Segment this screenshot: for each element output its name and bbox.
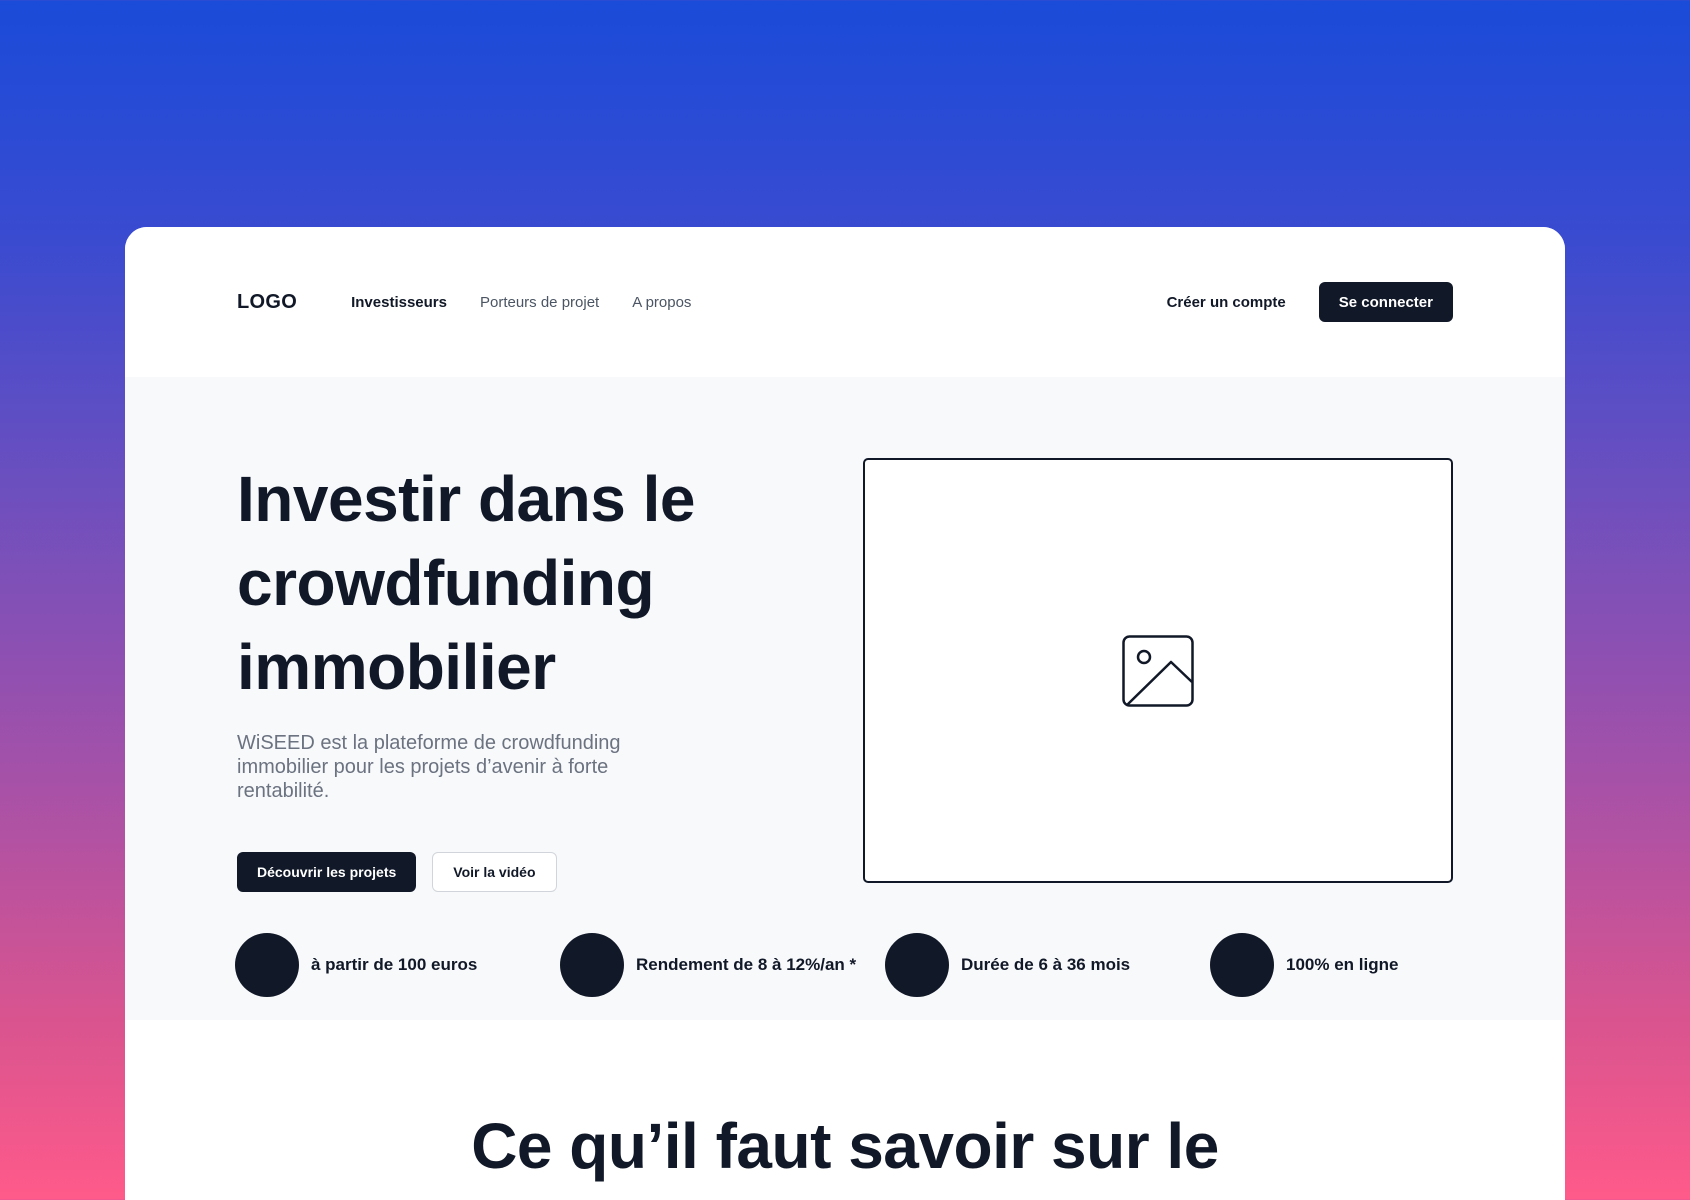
create-account-link[interactable]: Créer un compte (1167, 294, 1286, 311)
page-card: LOGO Investisseurs Porteurs de projet A … (125, 227, 1565, 1200)
hero-section: Investir dans le crowdfunding immobilier… (125, 377, 1565, 1020)
feature-label: Durée de 6 à 36 mois (961, 955, 1131, 974)
hero-title-line-2: crowdfunding (237, 547, 655, 619)
feature-item: 100% en ligne (1210, 933, 1535, 997)
feature-label: 100% en ligne (1286, 955, 1399, 974)
feature-icon (885, 933, 949, 997)
feature-label: Rendement de 8 à 12%/an * (636, 955, 857, 974)
feature-icon (560, 933, 624, 997)
hero-buttons: Découvrir les projets Voir la vidéo (237, 852, 797, 892)
watch-video-button[interactable]: Voir la vidéo (432, 852, 557, 892)
section-title: Ce qu’il faut savoir sur le (471, 1110, 1219, 1182)
top-nav: LOGO Investisseurs Porteurs de projet A … (125, 227, 1565, 377)
discover-projects-button[interactable]: Découvrir les projets (237, 852, 417, 892)
hero-text: Investir dans le crowdfunding immobilier… (237, 457, 797, 892)
hero-subtitle: WiSEED est la plateforme de crowdfunding… (237, 732, 621, 802)
nav-link-investisseurs[interactable]: Investisseurs (351, 294, 447, 311)
feature-icon (235, 933, 299, 997)
nav-actions: Créer un compte Se connecter (1167, 282, 1453, 322)
image-placeholder-icon (1122, 634, 1194, 707)
feature-label: à partir de 100 euros (311, 955, 478, 974)
hero-image-placeholder (863, 458, 1453, 883)
features-row: à partir de 100 euros Rendement de 8 à 1… (235, 933, 1535, 997)
login-button[interactable]: Se connecter (1318, 282, 1453, 322)
hero-title-line-1: Investir dans le (237, 463, 695, 535)
logo[interactable]: LOGO (237, 291, 297, 314)
nav-link-apropos[interactable]: A propos (632, 294, 691, 311)
nav-links: Investisseurs Porteurs de projet A propo… (351, 294, 691, 311)
hero-title-line-3: immobilier (237, 631, 556, 703)
feature-item: à partir de 100 euros (235, 933, 560, 997)
feature-icon (1210, 933, 1274, 997)
hero-title: Investir dans le crowdfunding immobilier (237, 457, 797, 709)
nav-link-porteurs[interactable]: Porteurs de projet (480, 294, 599, 311)
feature-item: Rendement de 8 à 12%/an * (560, 933, 885, 997)
feature-item: Durée de 6 à 36 mois (885, 933, 1210, 997)
